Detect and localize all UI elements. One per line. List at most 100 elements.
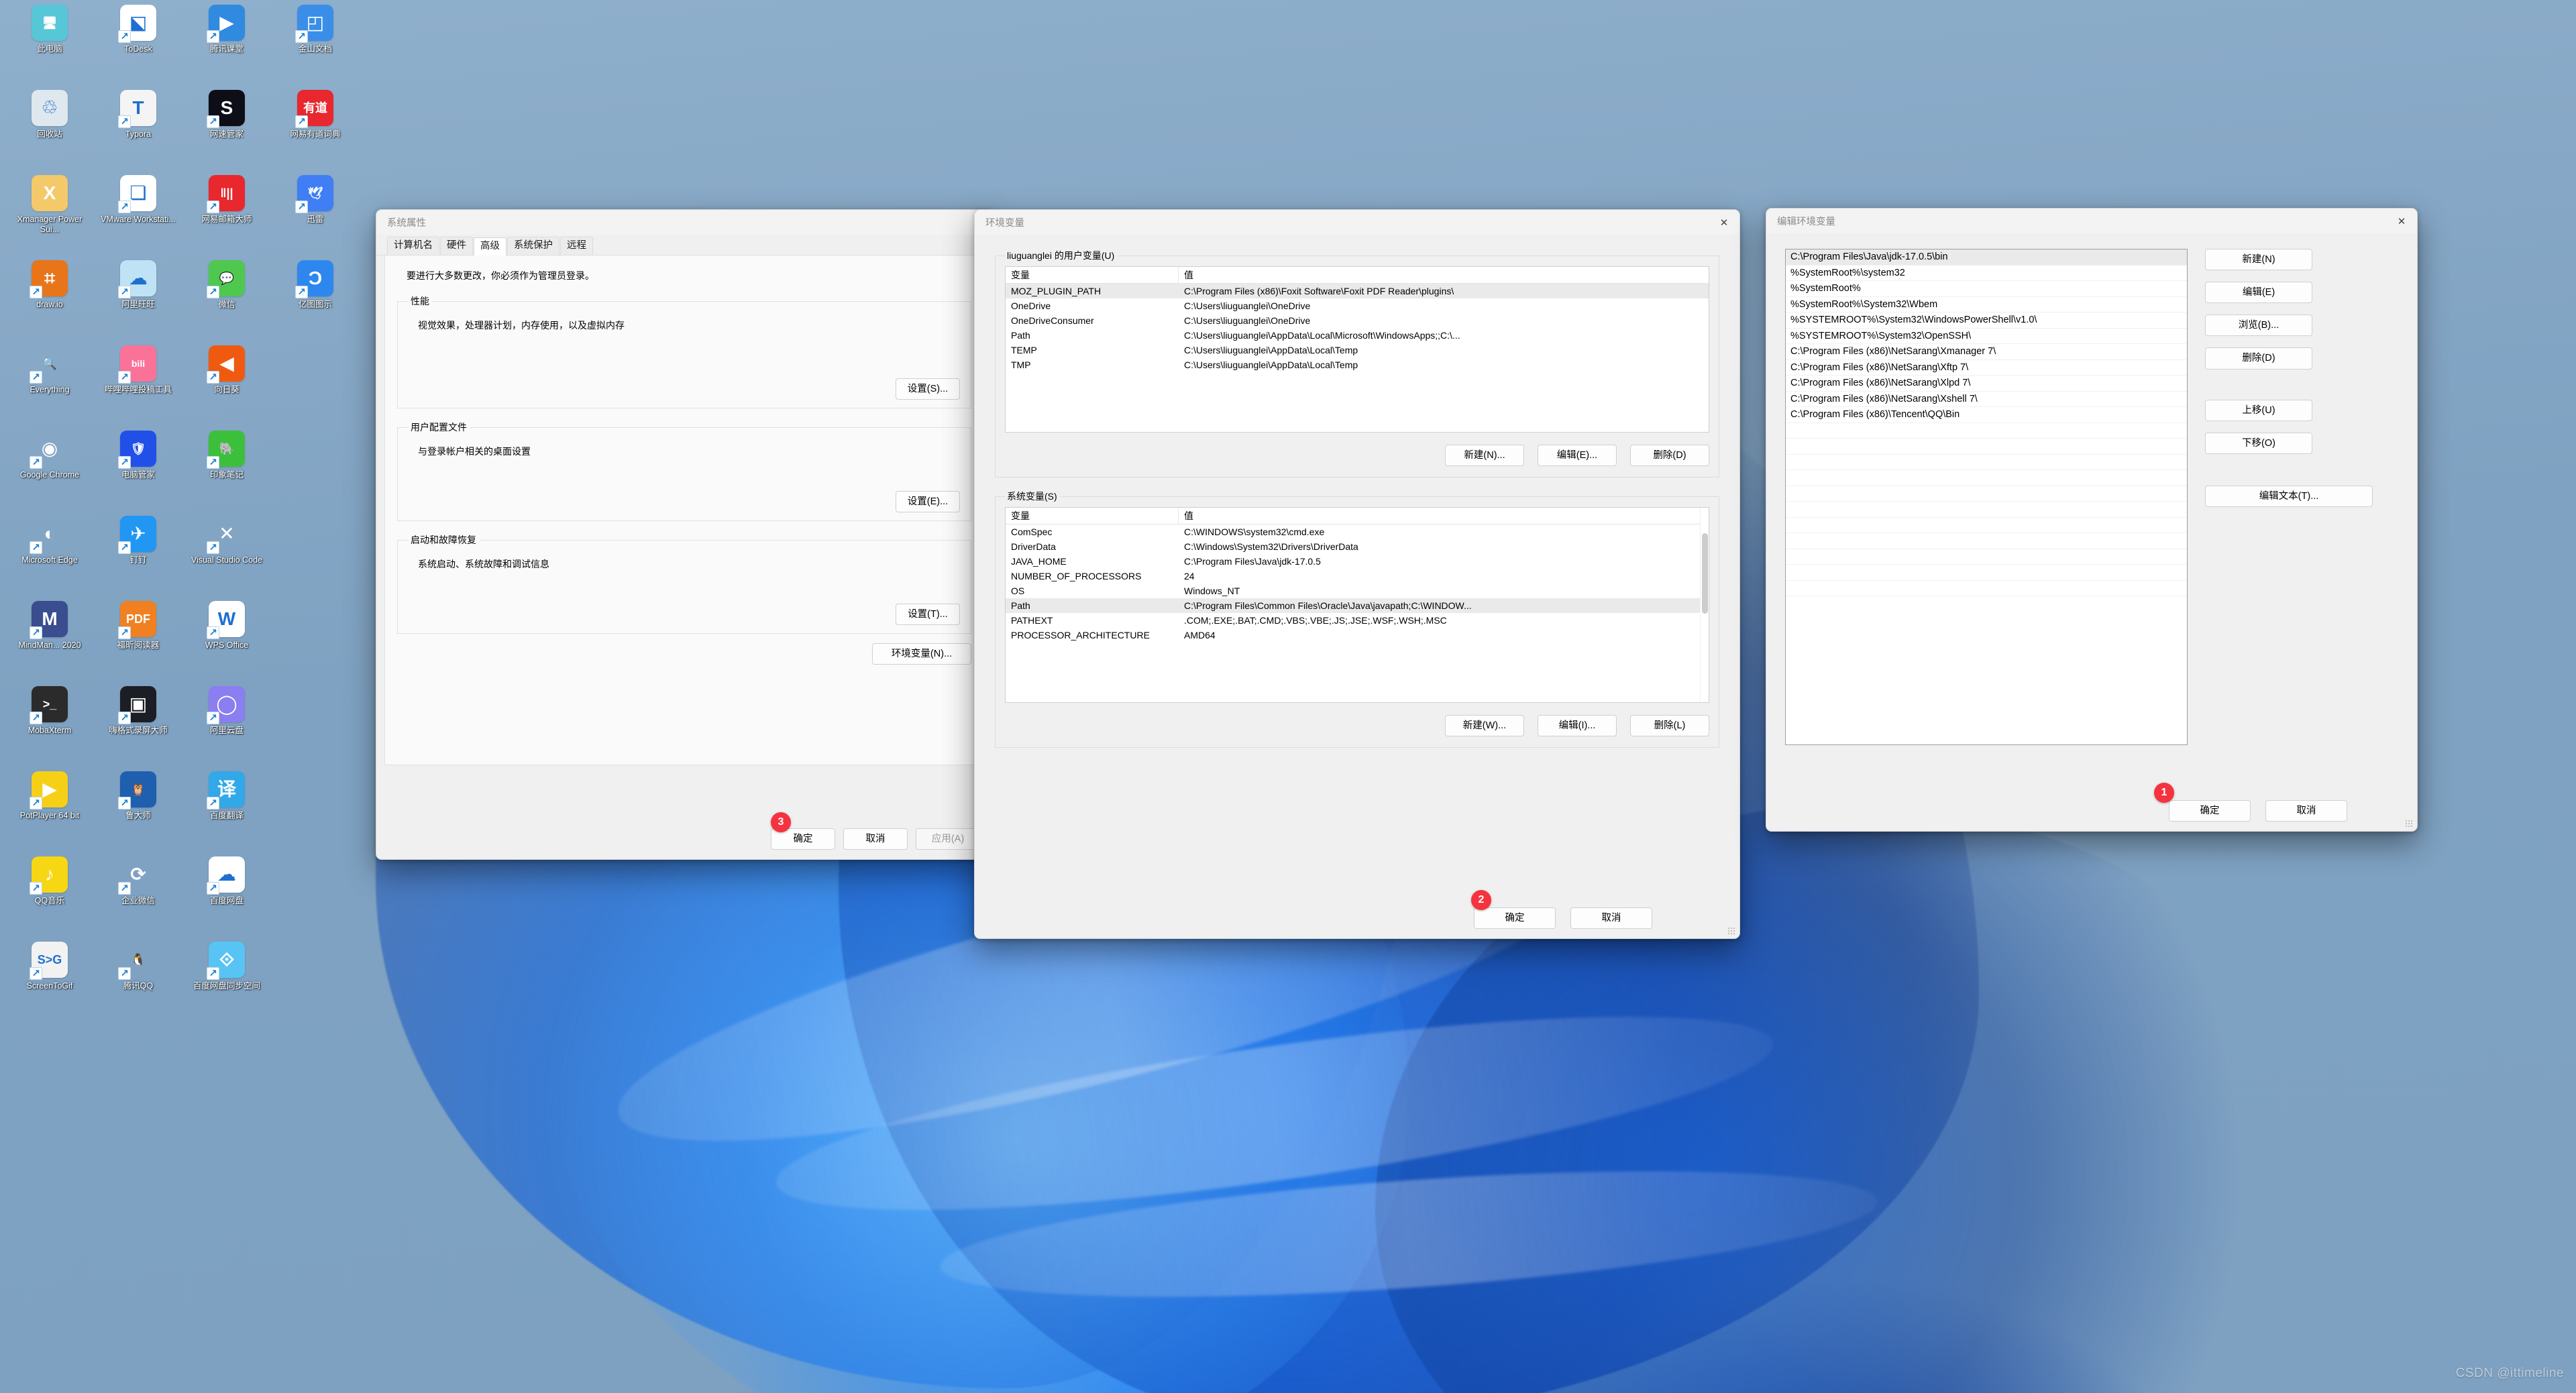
user-variable-edit-button[interactable]: 编辑(E)... [1538, 445, 1617, 467]
path-entry-row[interactable] [1786, 439, 2187, 455]
tab-4[interactable]: 远程 [560, 236, 593, 255]
system-properties-apply-button[interactable]: 应用(A) [916, 828, 980, 850]
user-variable-delete-button[interactable]: 删除(D) [1630, 445, 1709, 467]
edit-environment-variable-ok-button[interactable]: 确定 [2169, 799, 2251, 822]
close-icon[interactable]: ✕ [1709, 210, 1739, 235]
path-entry-row[interactable]: C:\Program Files (x86)\Tencent\QQ\Bin [1786, 407, 2187, 423]
desktop-icon[interactable]: bili ↗ 哔哩哔哩投稿工具 [94, 342, 182, 425]
settings-group-button[interactable]: 设置(T)... [896, 603, 960, 625]
desktop-icon[interactable]: ‖|| ↗ 网易邮箱大师 [182, 172, 271, 254]
path-entry-row[interactable]: C:\Program Files (x86)\NetSarang\Xshell … [1786, 392, 2187, 407]
user-variable-new-button[interactable]: 新建(N)... [1445, 445, 1524, 467]
tab-3[interactable]: 系统保护 [507, 236, 559, 255]
table-row[interactable]: TEMP C:\Users\liuguanglei\AppData\Local\T… [1006, 343, 1709, 357]
resize-grip[interactable] [2405, 820, 2413, 828]
settings-group-button[interactable]: 设置(S)... [896, 378, 960, 400]
system-variable-edit-button[interactable]: 编辑(I)... [1538, 715, 1617, 737]
system-properties-titlebar[interactable]: 系统属性 ✕ [376, 210, 992, 235]
desktop-icon[interactable]: S>G ↗ ScreenToGif [5, 938, 94, 1021]
desktop-icon[interactable]: ⬕ ↗ ToDesk [94, 1, 182, 84]
edit-text-button[interactable]: 编辑文本(T)... [2205, 485, 2373, 507]
path-entry-row[interactable]: C:\Program Files\Java\jdk-17.0.5\bin [1786, 249, 2187, 266]
path-entry-row[interactable]: %SYSTEMROOT%\System32\OpenSSH\ [1786, 329, 2187, 344]
desktop-icon[interactable]: ☁ ↗ 百度网盘 [182, 853, 271, 936]
path-entry-row[interactable]: %SystemRoot%\System32\Wbem [1786, 297, 2187, 313]
desktop-icon[interactable]: PDF ↗ 福昕阅读器 [94, 598, 182, 680]
system-variable-delete-button[interactable]: 删除(L) [1630, 715, 1709, 737]
edit-environment-variable-cancel-button[interactable]: 取消 [2265, 799, 2347, 822]
move-down-button[interactable]: 下移(O) [2205, 432, 2312, 454]
desktop-icon[interactable]: ◉ ↗ Google Chrome [5, 427, 94, 510]
table-row[interactable]: OS Windows_NT [1006, 583, 1709, 598]
desktop-icon[interactable]: ❏ ↗ VMware Workstati... [94, 172, 182, 254]
edit-path-button[interactable]: 编辑(E) [2205, 282, 2312, 304]
environment-variables-dialog[interactable]: 环境变量 ✕ liuguanglei 的用户变量(U) 变量 值 MOZ_PLU… [974, 209, 1740, 939]
system-variable-new-button[interactable]: 新建(W)... [1445, 715, 1524, 737]
desktop-icon[interactable]: 🛡 ↗ 电脑管家 [94, 427, 182, 510]
tab-2[interactable]: 高级 [474, 237, 506, 256]
system-variables-scrollbar[interactable] [1700, 508, 1709, 703]
table-row[interactable]: JAVA_HOME C:\Program Files\Java\jdk-17.0.… [1006, 554, 1709, 569]
desktop-icon[interactable]: ♲ 回收站 [5, 87, 94, 169]
table-row[interactable]: ComSpec C:\WINDOWS\system32\cmd.exe [1006, 524, 1709, 539]
desktop-icon[interactable]: ✈ ↗ 钉钉 [94, 512, 182, 595]
path-entry-row[interactable]: %SYSTEMROOT%\System32\WindowsPowerShell\… [1786, 313, 2187, 329]
desktop-icon[interactable]: S ↗ 网速管家 [182, 87, 271, 169]
desktop-icon[interactable]: ◯ ↗ 阿里云盘 [182, 683, 271, 765]
settings-group-button[interactable]: 设置(E)... [896, 490, 960, 512]
desktop-icon[interactable]: X Xmanager Power Sui... [5, 172, 94, 254]
desktop-icon[interactable]: >_ ↗ MobaXterm [5, 683, 94, 765]
path-entry-row[interactable] [1786, 502, 2187, 518]
desktop-icon[interactable]: M ↗ MindMan... 2020 [5, 598, 94, 680]
system-variables-table[interactable]: 变量 值 ComSpec C:\WINDOWS\system32\cmd.exe D… [1005, 507, 1709, 704]
browse-path-button[interactable]: 浏览(B)... [2205, 315, 2312, 337]
desktop-icon[interactable]: ⌗ ↗ draw.io [5, 257, 94, 339]
path-entry-row[interactable] [1786, 455, 2187, 470]
path-entry-row[interactable]: C:\Program Files (x86)\NetSarang\Xftp 7\ [1786, 360, 2187, 376]
desktop-icon[interactable]: 🐘 ↗ 印象笔记 [182, 427, 271, 510]
path-entry-row[interactable] [1786, 470, 2187, 486]
path-entry-row[interactable]: C:\Program Files (x86)\NetSarang\Xmanage… [1786, 344, 2187, 360]
desktop-icon[interactable]: ◀ ↗ 向日葵 [182, 342, 271, 425]
desktop-icon[interactable]: ▣ ↗ 嗨格式录屏大师 [94, 683, 182, 765]
desktop-icon[interactable]: 🦉 ↗ 鲁大师 [94, 768, 182, 850]
path-entry-row[interactable] [1786, 533, 2187, 549]
desktop-icon[interactable]: T ↗ Typora [94, 87, 182, 169]
desktop-icon[interactable]: ◐ ↗ Microsoft Edge [5, 512, 94, 595]
desktop-icon[interactable]: 有道 ↗ 网易有道词典 [271, 87, 360, 169]
tab-0[interactable]: 计算机名 [387, 236, 439, 255]
table-row[interactable]: PROCESSOR_ARCHITECTURE AMD64 [1006, 628, 1709, 643]
desktop-icon[interactable]: ⟳ ↗ 企业微信 [94, 853, 182, 936]
desktop-icon[interactable]: ✕ ↗ Visual Studio Code [182, 512, 271, 595]
table-row[interactable]: OneDriveConsumer C:\Users\liuguanglei\One… [1006, 313, 1709, 328]
user-variables-table[interactable]: 变量 值 MOZ_PLUGIN_PATH C:\Program Files (x8… [1005, 266, 1709, 433]
desktop-icon[interactable]: ◰ ↗ 金山文档 [271, 1, 360, 84]
path-entry-row[interactable] [1786, 486, 2187, 502]
table-row[interactable]: MOZ_PLUGIN_PATH C:\Program Files (x86)\Fo… [1006, 284, 1709, 298]
desktop-icon[interactable]: 🕊 ↗ 迅雷 [271, 172, 360, 254]
environment-variables-ok-button[interactable]: 确定 [1474, 907, 1556, 929]
table-row[interactable]: PATHEXT .COM;.EXE;.BAT;.CMD;.VBS;.VBE;.JS… [1006, 613, 1709, 628]
path-entry-row[interactable] [1786, 581, 2187, 596]
tab-1[interactable]: 硬件 [440, 236, 473, 255]
table-row[interactable]: Path C:\Users\liuguanglei\AppData\Local\M… [1006, 328, 1709, 343]
path-entry-row[interactable] [1786, 549, 2187, 565]
path-entry-row[interactable] [1786, 518, 2187, 533]
scrollbar-thumb[interactable] [1702, 533, 1708, 614]
table-row[interactable]: NUMBER_OF_PROCESSORS 24 [1006, 569, 1709, 583]
path-entry-row[interactable]: %SystemRoot% [1786, 281, 2187, 297]
edit-environment-variable-dialog[interactable]: 编辑环境变量 ✕ C:\Program Files\Java\jdk-17.0.… [1766, 208, 2418, 832]
move-up-button[interactable]: 上移(U) [2205, 399, 2312, 421]
resize-grip[interactable] [1727, 927, 1735, 935]
close-icon[interactable]: ✕ [2386, 209, 2417, 234]
system-properties-cancel-button[interactable]: 取消 [843, 828, 908, 850]
desktop-icon[interactable]: 🐧 ↗ 腾讯QQ [94, 938, 182, 1021]
new-path-button[interactable]: 新建(N) [2205, 249, 2312, 271]
path-entries-list[interactable]: C:\Program Files\Java\jdk-17.0.5\bin %Sys… [1785, 249, 2188, 745]
path-entry-row[interactable] [1786, 565, 2187, 581]
table-row[interactable]: DriverData C:\Windows\System32\Drivers\Dr… [1006, 539, 1709, 554]
desktop-icon[interactable]: ♪ ↗ QQ音乐 [5, 853, 94, 936]
desktop-icon[interactable]: W ↗ WPS Office [182, 598, 271, 680]
desktop-icon[interactable]: 译 ↗ 百度翻译 [182, 768, 271, 850]
desktop-icon[interactable]: 🔍 ↗ Everything [5, 342, 94, 425]
